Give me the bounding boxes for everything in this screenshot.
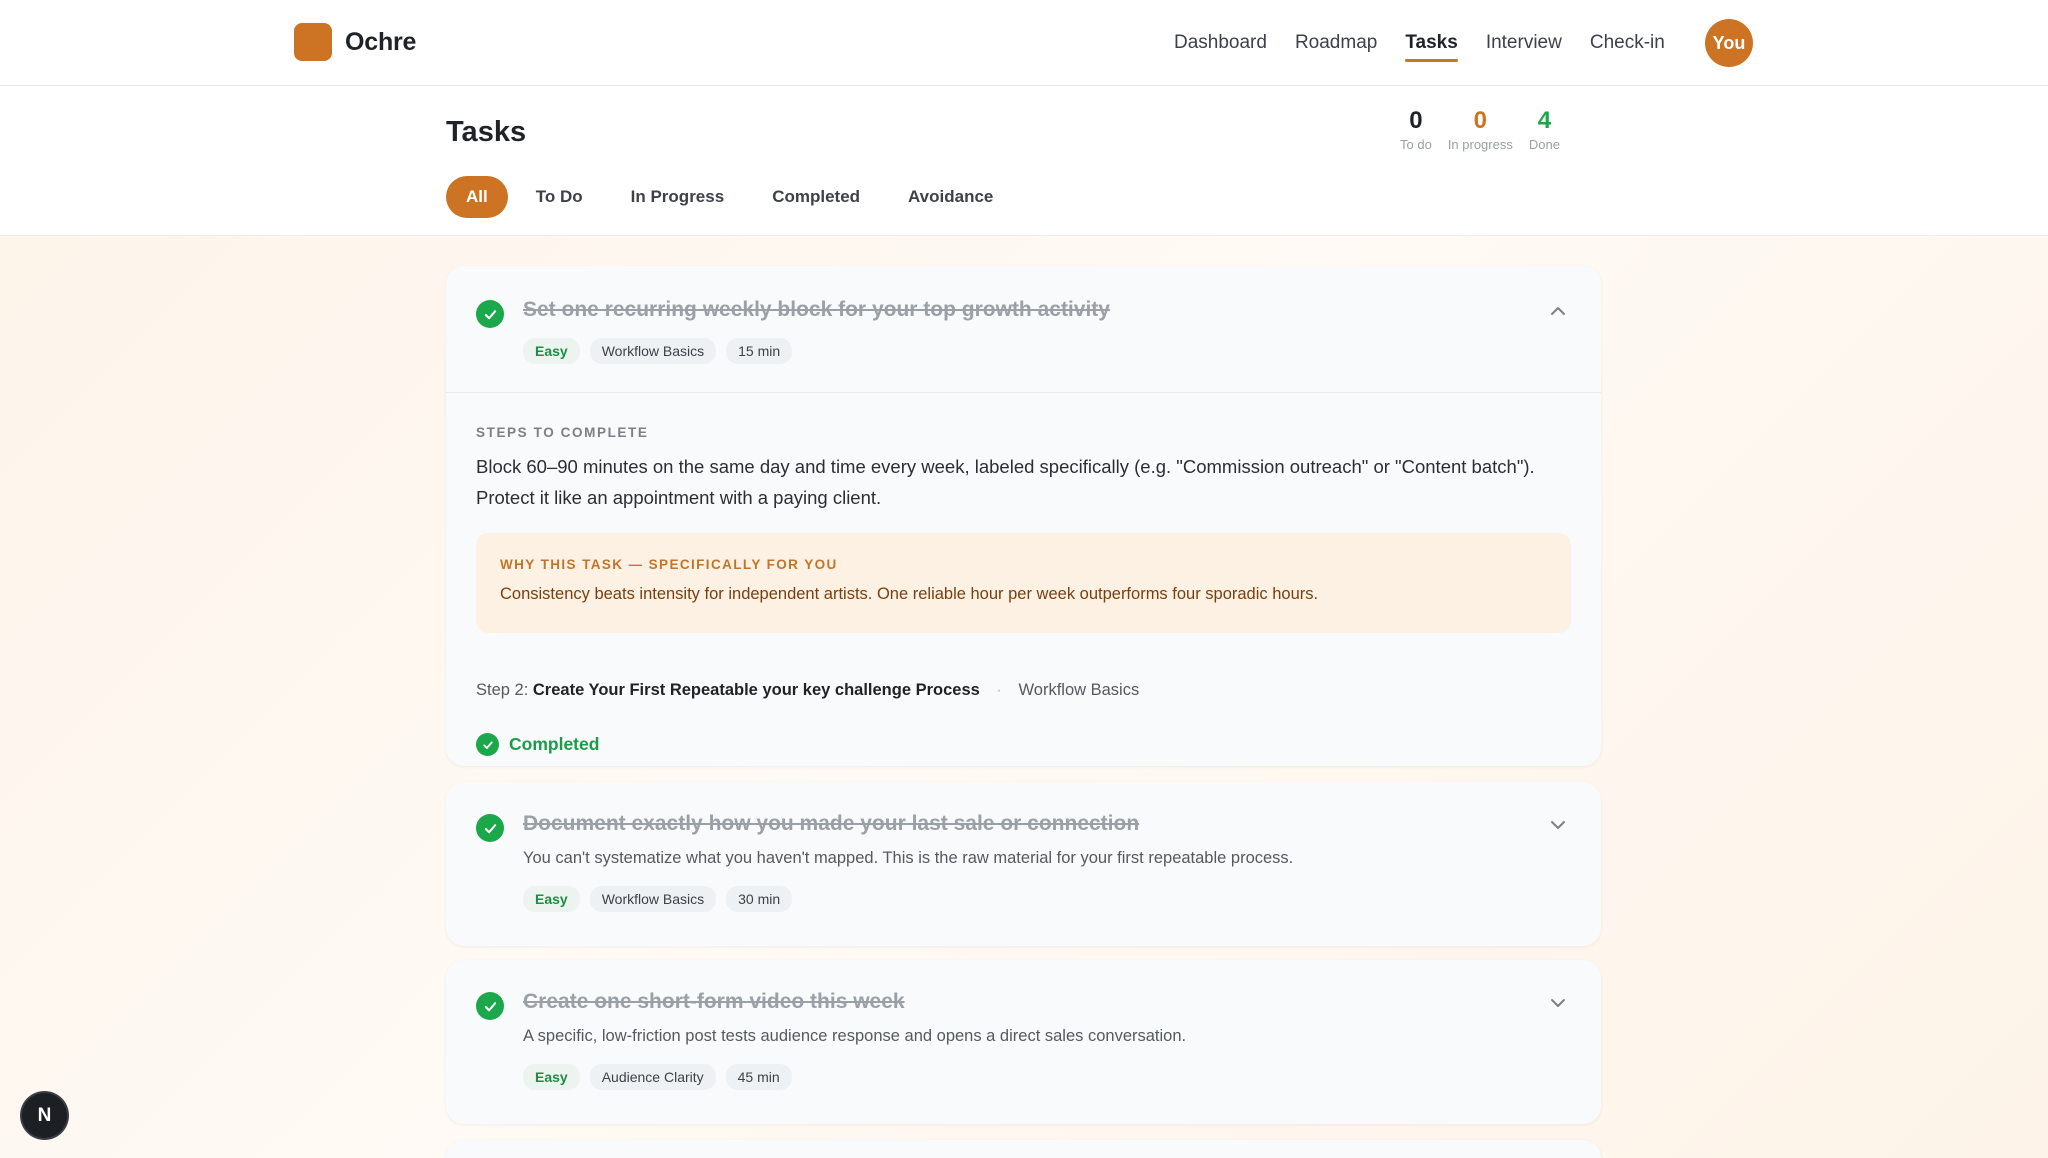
filter-tab-completed[interactable]: Completed [752, 176, 880, 218]
nav-link-tasks[interactable]: Tasks [1405, 24, 1459, 62]
why-text: Consistency beats intensity for independ… [500, 585, 1319, 603]
stat-in-progress: 0 In progress [1447, 107, 1513, 153]
chevron-down-icon[interactable] [1548, 815, 1568, 835]
why-this-task-box: WHY THIS TASK — SPECIFICALLY FOR YOU Con… [476, 533, 1571, 633]
chevron-up-icon[interactable] [1548, 301, 1568, 321]
roadmap-step-reference: Step 2: Create Your First Repeatable you… [476, 681, 1139, 700]
nav-links: Dashboard Roadmap Tasks Interview Check-… [1160, 0, 1679, 86]
nav-link-dashboard[interactable]: Dashboard [1174, 24, 1267, 62]
filter-tab-in-progress[interactable]: In Progress [611, 176, 745, 218]
task-title: Set one recurring weekly block for your … [523, 298, 1110, 321]
task-card[interactable]: Create one short-form video this week A … [446, 960, 1601, 1124]
nav-link-interview[interactable]: Interview [1486, 24, 1562, 62]
task-title: Document exactly how you made your last … [523, 812, 1140, 835]
task-card-expanded: Set one recurring weekly block for your … [446, 266, 1601, 766]
stat-done-value: 4 [1537, 107, 1552, 134]
status-text: Completed [509, 734, 600, 754]
stat-to-do-label: To do [1400, 137, 1432, 153]
step-separator: · [996, 681, 1002, 699]
task-tags: Easy Workflow Basics 15 min [523, 338, 793, 364]
steps-text: Block 60–90 minutes on the same day and … [476, 456, 1535, 508]
duration-badge: 30 min [726, 886, 793, 912]
task-tags: Easy Audience Clarity 45 min [523, 1064, 792, 1090]
filter-tab-to-do[interactable]: To Do [516, 176, 603, 218]
top-navigation: Ochre Dashboard Roadmap Tasks Interview … [0, 0, 2048, 86]
difficulty-badge: Easy [523, 886, 580, 912]
brand-name: Ochre [345, 27, 417, 56]
status-check-icon [476, 733, 499, 756]
task-status: Completed [476, 733, 599, 756]
stat-done: 4 Done [1528, 107, 1560, 153]
category-badge: Workflow Basics [589, 338, 717, 364]
task-description: You can't systematize what you haven't m… [523, 849, 1294, 867]
stat-in-progress-label: In progress [1447, 137, 1513, 153]
stat-to-do-value: 0 [1409, 107, 1423, 134]
task-card[interactable]: Document exactly how you made your last … [446, 782, 1601, 946]
difficulty-badge: Easy [523, 1064, 580, 1090]
category-badge: Audience Clarity [589, 1064, 716, 1090]
nav-link-roadmap[interactable]: Roadmap [1295, 24, 1377, 62]
completed-check-icon[interactable] [476, 300, 504, 328]
dev-tools-badge[interactable]: N [22, 1093, 67, 1138]
brand-logo-icon [294, 23, 332, 61]
nav-link-check-in[interactable]: Check-in [1590, 24, 1665, 62]
task-list: Set one recurring weekly block for your … [0, 236, 2048, 1158]
steps-label: STEPS TO COMPLETE [476, 425, 649, 440]
task-title: Create one short-form video this week [523, 990, 905, 1013]
stat-done-label: Done [1528, 137, 1560, 153]
difficulty-badge: Easy [523, 338, 580, 364]
task-tags: Easy Workflow Basics 30 min [523, 886, 793, 912]
step-name: Create Your First Repeatable your key ch… [532, 681, 980, 699]
user-avatar[interactable]: You [1705, 19, 1753, 67]
task-description: A specific, low-friction post tests audi… [523, 1027, 1187, 1045]
duration-badge: 45 min [725, 1064, 792, 1090]
task-stats: 0 To do 0 In progress 4 Done [1400, 107, 1560, 153]
step-prefix: Step 2: [476, 681, 529, 699]
step-category: Workflow Basics [1018, 681, 1140, 699]
duration-badge: 15 min [726, 338, 793, 364]
stat-in-progress-value: 0 [1473, 107, 1488, 134]
page-header: Tasks 0 To do 0 In progress 4 Done All T… [0, 86, 2048, 236]
why-label: WHY THIS TASK — SPECIFICALLY FOR YOU [500, 557, 838, 572]
category-badge: Workflow Basics [589, 886, 717, 912]
stat-to-do: 0 To do [1400, 107, 1432, 153]
filter-tabs: All To Do In Progress Completed Avoidanc… [446, 176, 1013, 218]
completed-check-icon[interactable] [476, 992, 504, 1020]
filter-tab-all[interactable]: All [446, 176, 508, 218]
brand[interactable]: Ochre [294, 23, 416, 61]
completed-check-icon[interactable] [476, 814, 504, 842]
filter-tab-avoidance[interactable]: Avoidance [888, 176, 1013, 218]
chevron-down-icon[interactable] [1548, 993, 1568, 1013]
page-title: Tasks [446, 116, 527, 148]
task-card[interactable] [446, 1140, 1601, 1158]
task-details: STEPS TO COMPLETE Block 60–90 minutes on… [446, 392, 1601, 756]
